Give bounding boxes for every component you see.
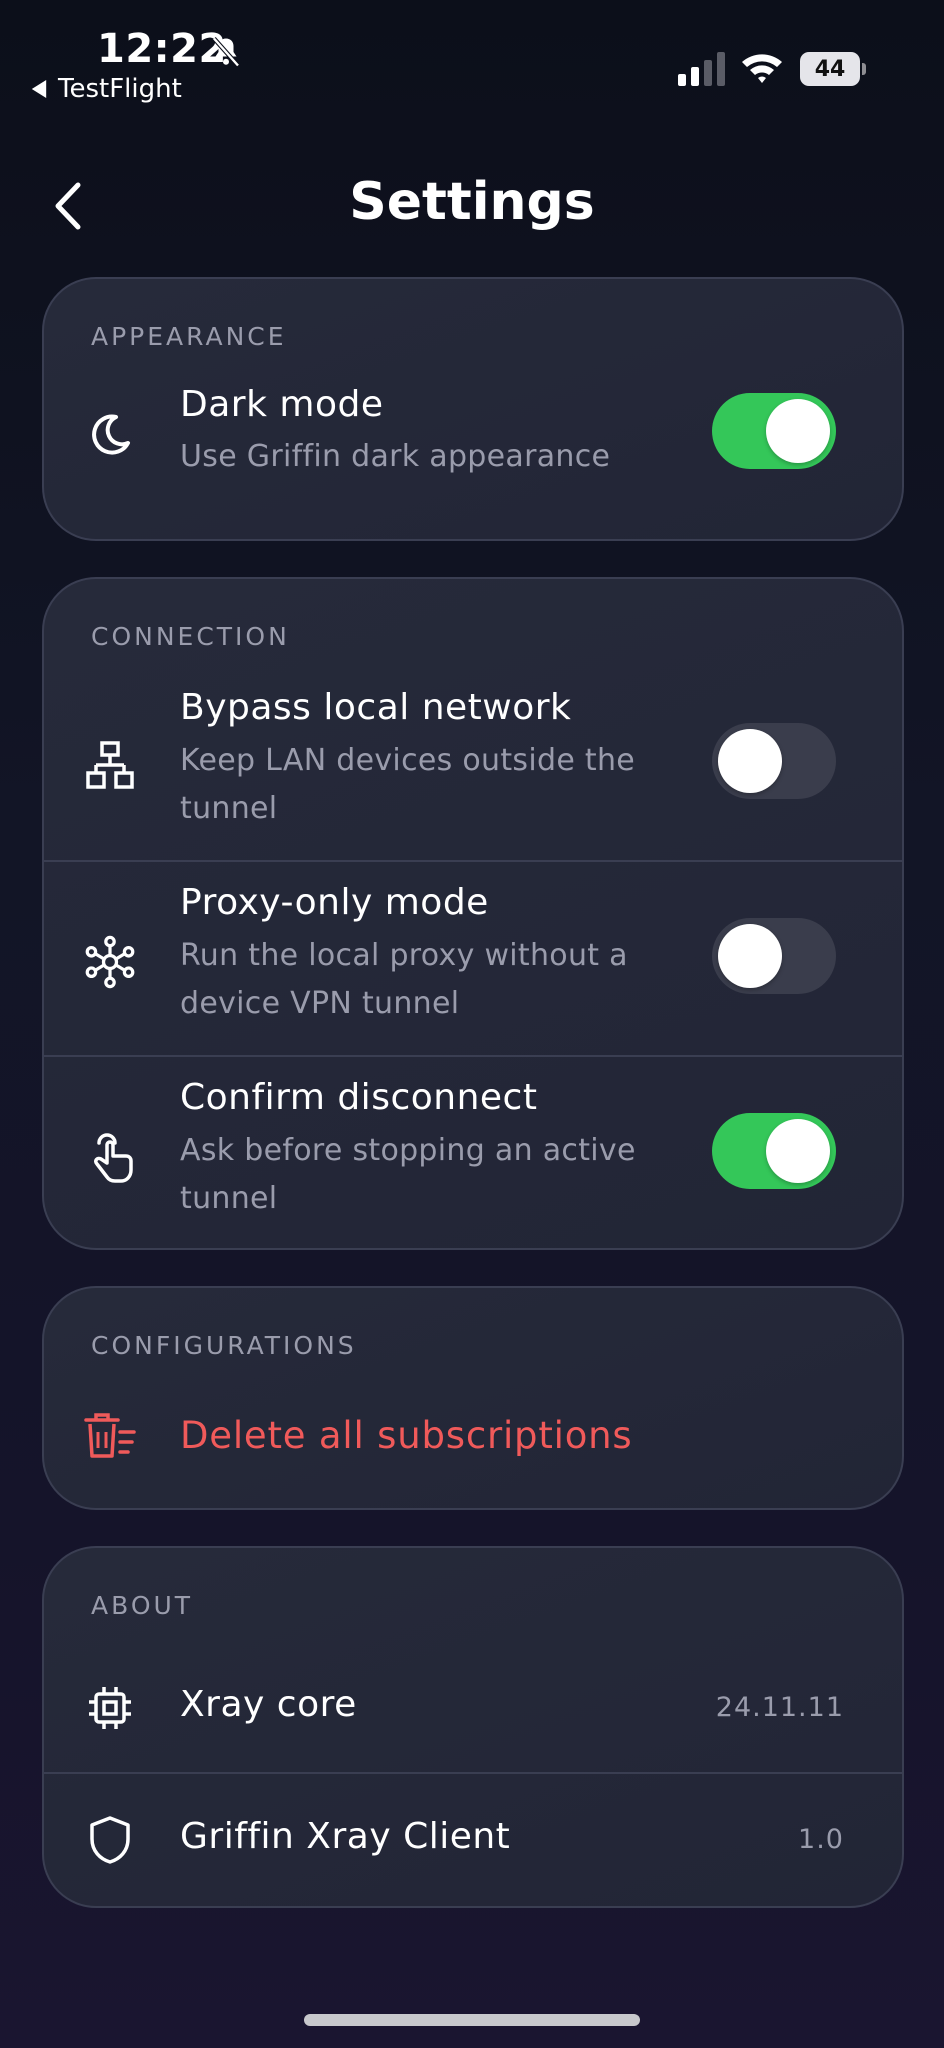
bypass-title: Bypass local network bbox=[180, 687, 572, 728]
toggle-knob bbox=[766, 1119, 830, 1183]
row-divider bbox=[44, 860, 902, 862]
bell-slash-icon bbox=[212, 37, 240, 67]
xray-core-version: 24.11.11 bbox=[715, 1692, 844, 1723]
battery-indicator: 44 bbox=[800, 52, 866, 86]
toggle-knob bbox=[766, 399, 830, 463]
griffin-client-version: 1.0 bbox=[798, 1824, 844, 1855]
confirm-disconnect-row: Confirm disconnect Ask before stopping a… bbox=[44, 1077, 902, 1239]
delete-all-subscriptions-row[interactable]: Delete all subscriptions bbox=[44, 1388, 902, 1488]
chip-icon bbox=[84, 1682, 136, 1734]
status-bar: 12:22 TestFlight 44 bbox=[0, 0, 944, 110]
appearance-card: APPEARANCE Dark mode Use Griffin dark ap… bbox=[42, 277, 904, 541]
dark-mode-title: Dark mode bbox=[180, 384, 384, 425]
proxy-only-mode-row: Proxy-only mode Run the local proxy with… bbox=[44, 882, 902, 1044]
xray-core-row: Xray core 24.11.11 bbox=[44, 1648, 902, 1770]
home-indicator bbox=[304, 2014, 640, 2026]
moon-icon bbox=[84, 409, 136, 461]
network-icon bbox=[84, 741, 136, 793]
proxy-only-subtitle: Run the local proxy without a device VPN… bbox=[180, 938, 628, 1021]
shield-icon bbox=[84, 1814, 136, 1866]
configurations-card: CONFIGURATIONS Delete all subscriptions bbox=[42, 1286, 904, 1510]
griffin-client-row: Griffin Xray Client 1.0 bbox=[44, 1774, 902, 1906]
trash-list-icon bbox=[84, 1410, 136, 1462]
settings-screen: 12:22 TestFlight 44 Settings APPEARANCE … bbox=[0, 0, 944, 2048]
section-label-configurations: CONFIGURATIONS bbox=[91, 1331, 357, 1360]
battery-level: 44 bbox=[814, 56, 846, 82]
section-label-connection: CONNECTION bbox=[91, 622, 290, 651]
back-triangle-icon bbox=[31, 80, 47, 98]
griffin-client-title: Griffin Xray Client bbox=[180, 1816, 511, 1857]
tap-icon bbox=[84, 1131, 136, 1183]
about-card: ABOUT Xray core 24.11.11 Griffin Xray Cl… bbox=[42, 1546, 904, 1908]
battery-body: 44 bbox=[800, 52, 860, 86]
page-title: Settings bbox=[349, 172, 595, 232]
section-label-appearance: APPEARANCE bbox=[91, 322, 287, 351]
delete-all-subscriptions-label: Delete all subscriptions bbox=[180, 1414, 633, 1457]
xray-core-title: Xray core bbox=[180, 1684, 357, 1725]
confirm-disconnect-toggle[interactable] bbox=[712, 1113, 836, 1189]
confirm-disconnect-title: Confirm disconnect bbox=[180, 1077, 538, 1118]
bypass-subtitle: Keep LAN devices outside the tunnel bbox=[180, 743, 636, 826]
back-to-app-link[interactable]: TestFlight bbox=[30, 74, 182, 104]
confirm-disconnect-subtitle: Ask before stopping an active tunnel bbox=[180, 1133, 636, 1216]
bypass-local-network-row: Bypass local network Keep LAN devices ou… bbox=[44, 687, 902, 849]
bypass-local-network-toggle[interactable] bbox=[712, 723, 836, 799]
hub-icon bbox=[84, 935, 136, 989]
dark-mode-row: Dark mode Use Griffin dark appearance bbox=[44, 369, 902, 539]
wifi-icon bbox=[742, 54, 782, 83]
proxy-only-mode-toggle[interactable] bbox=[712, 918, 836, 994]
dark-mode-subtitle: Use Griffin dark appearance bbox=[180, 439, 611, 474]
toggle-knob bbox=[718, 729, 782, 793]
toggle-knob bbox=[718, 924, 782, 988]
dark-mode-toggle[interactable] bbox=[712, 393, 836, 469]
proxy-only-title: Proxy-only mode bbox=[180, 882, 489, 923]
cellular-signal-icon bbox=[678, 52, 725, 86]
row-divider bbox=[44, 1055, 902, 1057]
section-label-about: ABOUT bbox=[91, 1591, 194, 1620]
connection-card: CONNECTION Bypass local network Keep LAN… bbox=[42, 577, 904, 1250]
battery-nub bbox=[862, 63, 866, 75]
back-app-label: TestFlight bbox=[58, 74, 182, 104]
